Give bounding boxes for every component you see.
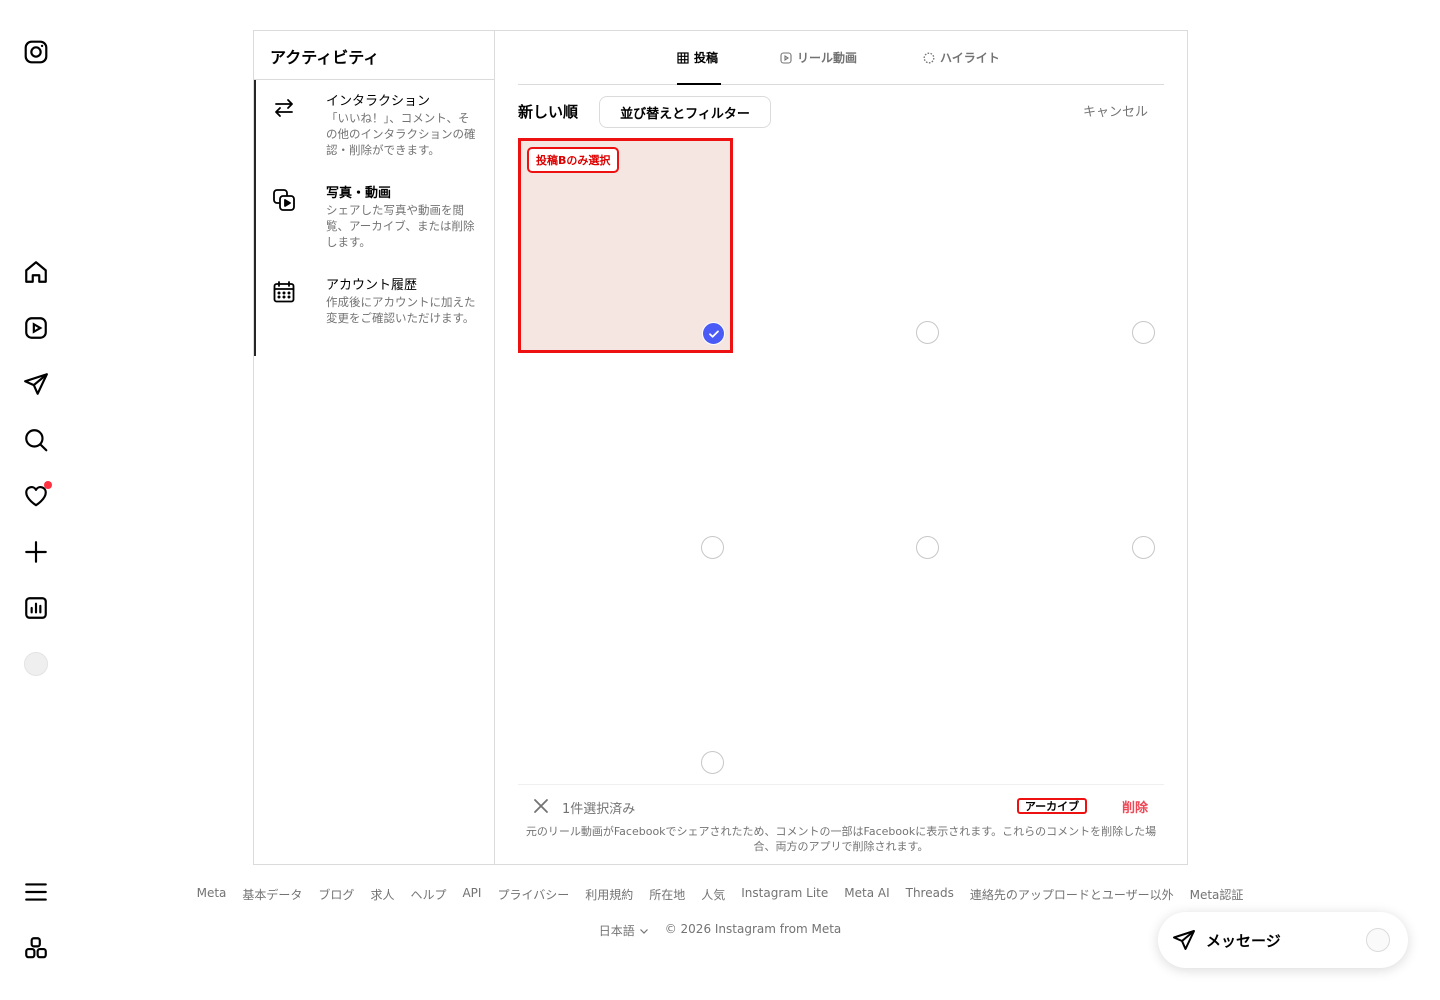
language-select[interactable]: 日本語 <box>599 922 649 939</box>
left-nav-rail <box>0 0 72 1000</box>
highlights-icon <box>923 52 935 63</box>
copyright: © 2026 Instagram from Meta <box>664 922 842 936</box>
cancel-button[interactable]: キャンセル <box>1083 101 1148 120</box>
select-radio[interactable] <box>916 321 939 344</box>
select-radio[interactable] <box>1132 536 1155 559</box>
archive-button[interactable]: アーカイブ <box>1017 798 1087 814</box>
content-tabs: 投稿 リール動画 ハイライト <box>518 31 1164 85</box>
sidebar-item-photos-videos[interactable]: 写真・動画 シェアした写真や動画を閲覧、アーカイブ、または削除します。 <box>254 172 494 264</box>
direct-icon <box>1173 930 1195 950</box>
footer-link[interactable]: Meta <box>197 886 227 903</box>
footer-link[interactable]: API <box>462 886 481 903</box>
selected-count: 1件選択済み <box>562 802 636 817</box>
footer-links: Meta 基本データ ブログ 求人 ヘルプ API プライバシー 利用規約 所在… <box>0 886 1440 903</box>
post-tile[interactable] <box>949 353 1164 568</box>
create-icon[interactable] <box>22 538 50 566</box>
select-check[interactable] <box>702 322 725 345</box>
posts-panel: 投稿 リール動画 ハイライト 新しい順 並び替えとフィルター キャンセル 投稿B… <box>518 31 1164 864</box>
heart-icon[interactable] <box>22 481 52 510</box>
avatar[interactable] <box>24 652 48 676</box>
post-tile[interactable] <box>733 138 948 353</box>
sidebar-item-label: 写真・動画 <box>326 186 392 201</box>
reels-icon <box>780 51 792 64</box>
footer-link[interactable]: 人気 <box>701 886 725 903</box>
instagram-logo-icon[interactable] <box>22 38 50 66</box>
posts-grid: 投稿Bのみ選択 <box>518 138 1164 783</box>
search-icon[interactable] <box>22 426 50 454</box>
tab-highlights[interactable]: ハイライト <box>923 49 1000 66</box>
interactions-icon <box>272 96 296 120</box>
avatar <box>1366 928 1390 952</box>
sidebar-active-indicator <box>254 80 256 356</box>
sort-filter-button[interactable]: 並び替えとフィルター <box>599 96 771 128</box>
photos-videos-icon <box>272 188 296 212</box>
post-tile[interactable] <box>949 138 1164 353</box>
annotation-label: 投稿Bのみ選択 <box>527 147 620 173</box>
tab-posts[interactable]: 投稿 <box>677 49 718 66</box>
footer-link[interactable]: プライバシー <box>497 886 569 903</box>
tab-label: リール動画 <box>797 51 858 65</box>
post-tile[interactable] <box>518 568 733 783</box>
footer-link[interactable]: Threads <box>906 886 954 903</box>
delete-button[interactable]: 削除 <box>1122 797 1148 816</box>
footer-link[interactable]: ブログ <box>318 886 354 903</box>
home-icon[interactable] <box>22 258 50 286</box>
reels-icon[interactable] <box>22 314 50 342</box>
insights-icon[interactable] <box>22 594 50 622</box>
sidebar-item-account-history[interactable]: アカウント履歴 作成後にアカウントに加えた変更をご確認いただけます。 <box>254 264 494 356</box>
select-radio[interactable] <box>916 536 939 559</box>
select-radio[interactable] <box>701 751 724 774</box>
footer-link[interactable]: Meta認証 <box>1190 886 1244 903</box>
post-tile-selected[interactable]: 投稿Bのみ選択 <box>518 138 733 353</box>
notification-dot <box>44 481 52 489</box>
footer-link[interactable]: 所在地 <box>649 886 685 903</box>
post-tile[interactable] <box>518 353 733 568</box>
sidebar-item-label: アカウント履歴 <box>326 278 418 293</box>
messages-label: メッセージ <box>1206 931 1281 950</box>
select-radio[interactable] <box>1132 321 1155 344</box>
sidebar-item-label: インタラクション <box>326 94 431 109</box>
sidebar-item-desc: 「いいね！」、コメント、その他のインタラクションの確認・削除ができます。 <box>326 111 476 157</box>
sidebar-item-desc: 作成後にアカウントに加えた変更をご確認いただけます。 <box>326 295 476 325</box>
facebook-share-note: 元のリール動画がFacebookでシェアされたため、コメントの一部はFacebo… <box>525 825 1157 853</box>
grid-icon <box>677 51 689 64</box>
sidebar-item-desc: シェアした写真や動画を閲覧、アーカイブ、または削除します。 <box>326 203 475 249</box>
sort-order-label: 新しい順 <box>518 103 579 121</box>
tab-label: 投稿 <box>694 51 719 65</box>
sidebar-title: アクティビティ <box>254 31 494 80</box>
footer-link[interactable]: 利用規約 <box>585 886 633 903</box>
chevron-down-icon <box>639 928 648 934</box>
footer-link[interactable]: 基本データ <box>242 886 302 903</box>
activity-sidebar: アクティビティ インタラクション 「いいね！」、コメント、その他のインタラクショ… <box>254 31 495 864</box>
active-tab-indicator <box>677 83 721 85</box>
selection-action-bar: 1件選択済み アーカイブ 削除 元のリール動画がFacebookでシェアされたた… <box>518 784 1164 864</box>
language-label: 日本語 <box>598 924 635 938</box>
footer-link[interactable]: 求人 <box>370 886 394 903</box>
activity-card: アクティビティ インタラクション 「いいね！」、コメント、その他のインタラクショ… <box>253 30 1188 865</box>
post-tile[interactable] <box>733 353 948 568</box>
checkmark-icon <box>708 330 719 338</box>
close-icon[interactable] <box>532 797 550 815</box>
sidebar-list: インタラクション 「いいね！」、コメント、その他のインタラクションの確認・削除が… <box>254 80 494 356</box>
tab-reels[interactable]: リール動画 <box>780 49 857 66</box>
calendar-icon <box>272 280 296 304</box>
tab-label: ハイライト <box>940 51 1000 65</box>
messages-button[interactable]: メッセージ <box>1158 912 1408 968</box>
footer-link[interactable]: Instagram Lite <box>741 886 828 903</box>
direct-icon[interactable] <box>22 370 50 398</box>
footer-link[interactable]: ヘルプ <box>410 886 446 903</box>
footer-link[interactable]: Meta AI <box>844 886 889 903</box>
sidebar-item-interactions[interactable]: インタラクション 「いいね！」、コメント、その他のインタラクションの確認・削除が… <box>254 80 494 172</box>
footer-link[interactable]: 連絡先のアップロードとユーザー以外 <box>970 886 1174 903</box>
select-radio[interactable] <box>701 536 724 559</box>
